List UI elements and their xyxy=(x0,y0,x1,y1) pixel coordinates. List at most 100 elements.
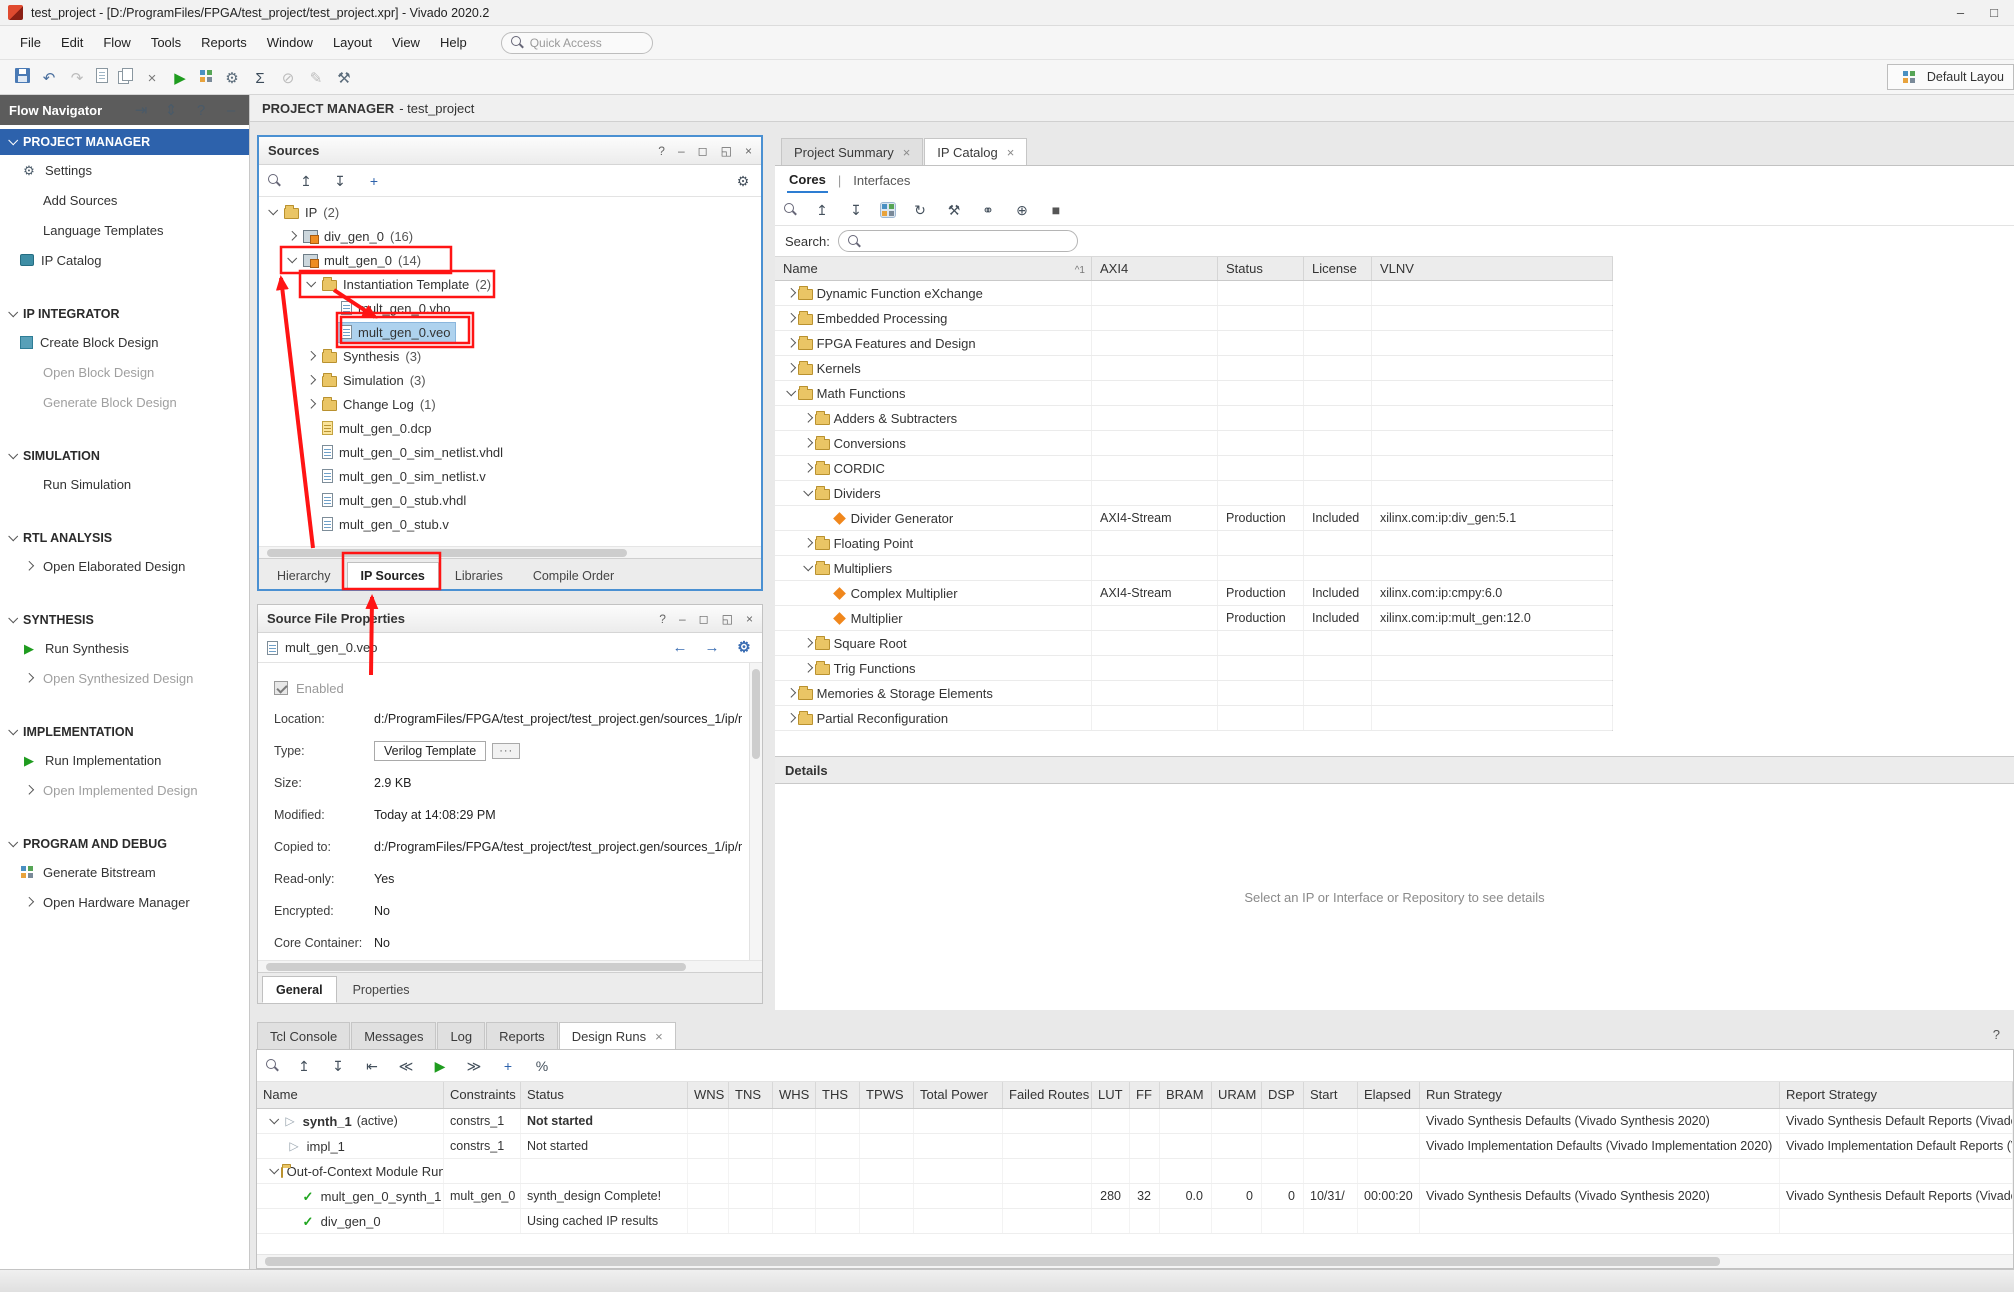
flownav-item-open-synthesized-design[interactable]: Open Synthesized Design xyxy=(0,663,249,693)
column-header-run-strategy[interactable]: Run Strategy xyxy=(1420,1082,1780,1108)
float-icon[interactable]: ◱ xyxy=(722,612,733,626)
help-icon[interactable]: ? xyxy=(192,103,210,118)
menu-window[interactable]: Window xyxy=(257,30,323,55)
ipcatalog-row-partial-reconfiguration[interactable]: Partial Reconfiguration xyxy=(775,706,1612,731)
run-icon[interactable]: ▶ xyxy=(171,71,189,86)
flownav-item-settings[interactable]: ⚙Settings xyxy=(0,155,249,185)
column-header-wns[interactable]: WNS xyxy=(688,1082,729,1108)
help-icon[interactable]: ? xyxy=(658,144,665,158)
column-header-elapsed[interactable]: Elapsed xyxy=(1358,1082,1420,1108)
close-icon[interactable]: × xyxy=(903,145,911,160)
sources-tab-ip-sources[interactable]: IP Sources xyxy=(347,562,439,589)
collapse-all-icon[interactable]: ↥ xyxy=(295,1059,313,1073)
sources-tree-item-ip[interactable]: IP(2) xyxy=(259,200,761,224)
run-row-mult-gen-0-synth-1[interactable]: ✓ mult_gen_0_synth_1mult_gen_0synth_desi… xyxy=(257,1184,2013,1209)
flownav-section-synthesis[interactable]: SYNTHESIS xyxy=(0,607,249,633)
flownav-item-open-implemented-design[interactable]: Open Implemented Design xyxy=(0,775,249,805)
ipcatalog-row-floating-point[interactable]: Floating Point xyxy=(775,531,1612,556)
column-header-bram[interactable]: BRAM xyxy=(1160,1082,1212,1108)
properties-hscrollbar[interactable] xyxy=(258,960,762,972)
web-icon[interactable]: ⊕ xyxy=(1013,203,1031,217)
minimize-icon[interactable]: – xyxy=(678,144,685,158)
copy-icon[interactable] xyxy=(118,68,133,83)
enabled-checkbox[interactable] xyxy=(274,681,288,695)
ipcatalog-row-memories-storage-elements[interactable]: Memories & Storage Elements xyxy=(775,681,1612,706)
ipcatalog-row-square-root[interactable]: Square Root xyxy=(775,631,1612,656)
float-icon[interactable]: ◱ xyxy=(721,144,732,158)
column-header-vlnv[interactable]: VLNV xyxy=(1372,257,1613,280)
column-header-status[interactable]: Status xyxy=(521,1082,688,1108)
sources-tab-hierarchy[interactable]: Hierarchy xyxy=(263,562,345,589)
ipcatalog-row-cordic[interactable]: CORDIC xyxy=(775,456,1612,481)
flownav-item-open-hardware-manager[interactable]: Open Hardware Manager xyxy=(0,887,249,917)
workspace-tab-project-summary[interactable]: Project Summary× xyxy=(781,138,923,165)
properties-tab-properties[interactable]: Properties xyxy=(339,976,424,1003)
flownav-item-run-synthesis[interactable]: ▶Run Synthesis xyxy=(0,633,249,663)
sources-tree-item-mult-gen-0-dcp[interactable]: mult_gen_0.dcp xyxy=(259,416,761,440)
sources-tree-item-synthesis[interactable]: Synthesis(3) xyxy=(259,344,761,368)
flownav-section-ip-integrator[interactable]: IP INTEGRATOR xyxy=(0,301,249,327)
column-header-name[interactable]: Name^1 xyxy=(775,257,1092,280)
bottom-tab-log[interactable]: Log xyxy=(437,1022,485,1049)
minimize-button[interactable]: – xyxy=(1957,5,1964,20)
column-header-status[interactable]: Status xyxy=(1218,257,1304,280)
column-header-whs[interactable]: WHS xyxy=(773,1082,816,1108)
flownav-item-open-block-design[interactable]: Open Block Design xyxy=(0,357,249,387)
sources-tree-item-mult-gen-0-stub-vhdl[interactable]: mult_gen_0_stub.vhdl xyxy=(259,488,761,512)
run-row-synth-1[interactable]: ▷ synth_1(active)constrs_1Not startedViv… xyxy=(257,1109,2013,1134)
ipcatalog-subtab-interfaces[interactable]: Interfaces xyxy=(851,169,912,192)
sources-tree-item-mult-gen-0-stub-v[interactable]: mult_gen_0_stub.v xyxy=(259,512,761,536)
flownav-section-program-and-debug[interactable]: PROGRAM AND DEBUG xyxy=(0,831,249,857)
run-row-div-gen-0[interactable]: ✓ div_gen_0Using cached IP results xyxy=(257,1209,2013,1234)
column-header-report-strategy[interactable]: Report Strategy xyxy=(1780,1082,2013,1108)
flownav-item-language-templates[interactable]: Language Templates xyxy=(0,215,249,245)
search-icon[interactable] xyxy=(268,174,281,187)
close-icon[interactable]: × xyxy=(1007,145,1015,160)
menu-help[interactable]: Help xyxy=(430,30,477,55)
column-header-start[interactable]: Start xyxy=(1304,1082,1358,1108)
column-header-failed-routes[interactable]: Failed Routes xyxy=(1003,1082,1092,1108)
close-icon[interactable]: × xyxy=(655,1029,663,1044)
wrench-icon[interactable]: ⚒ xyxy=(945,203,963,217)
bottom-tab-messages[interactable]: Messages xyxy=(351,1022,436,1049)
layout-selector[interactable]: Default Layou xyxy=(1887,64,2014,90)
column-header-tpws[interactable]: TPWS xyxy=(860,1082,914,1108)
maximize-icon[interactable]: ◻ xyxy=(699,612,709,626)
workspace-tab-ip-catalog[interactable]: IP Catalog× xyxy=(924,138,1027,165)
close-icon[interactable]: × xyxy=(746,612,753,626)
column-header-uram[interactable]: URAM xyxy=(1212,1082,1262,1108)
refresh-icon[interactable]: ↻ xyxy=(911,203,929,217)
ipcatalog-row-fpga-features-and-design[interactable]: FPGA Features and Design xyxy=(775,331,1612,356)
report-icon[interactable] xyxy=(96,68,108,83)
ipcatalog-row-complex-multiplier[interactable]: Complex MultiplierAXI4-StreamProductionI… xyxy=(775,581,1612,606)
minimize-icon[interactable]: – xyxy=(222,103,240,118)
menu-tools[interactable]: Tools xyxy=(141,30,191,55)
minimize-icon[interactable]: – xyxy=(679,612,686,626)
properties-tab-general[interactable]: General xyxy=(262,976,337,1003)
settings-icon[interactable]: ⚙ xyxy=(735,640,753,655)
save-icon[interactable] xyxy=(15,68,30,83)
sources-tree-item-mult-gen-0-sim-netlist-v[interactable]: mult_gen_0_sim_netlist.v xyxy=(259,464,761,488)
add-sources-icon[interactable]: + xyxy=(365,174,383,188)
sources-tree-item-mult-gen-0-vho[interactable]: mult_gen_0.vho xyxy=(259,296,761,320)
stop-icon[interactable]: ■ xyxy=(1047,203,1065,217)
run-row-impl-1[interactable]: ▷ impl_1constrs_1Not startedVivado Imple… xyxy=(257,1134,2013,1159)
ipcatalog-subtab-cores[interactable]: Cores xyxy=(787,168,828,193)
ipcatalog-row-embedded-processing[interactable]: Embedded Processing xyxy=(775,306,1612,331)
menu-view[interactable]: View xyxy=(382,30,430,55)
ipcatalog-row-dynamic-function-exchange[interactable]: Dynamic Function eXchange xyxy=(775,281,1612,306)
menu-reports[interactable]: Reports xyxy=(191,30,257,55)
ip-search-input[interactable] xyxy=(838,230,1078,252)
flownav-item-ip-catalog[interactable]: IP Catalog xyxy=(0,245,249,275)
maximize-button[interactable]: □ xyxy=(1990,5,1998,20)
ipcatalog-row-dividers[interactable]: Dividers xyxy=(775,481,1612,506)
search-icon[interactable] xyxy=(266,1059,279,1072)
quick-access-search[interactable]: Quick Access xyxy=(501,32,653,54)
edit-icon[interactable]: ✎ xyxy=(307,71,325,86)
ipcatalog-row-trig-functions[interactable]: Trig Functions xyxy=(775,656,1612,681)
flownav-item-run-simulation[interactable]: Run Simulation xyxy=(0,469,249,499)
flownav-section-implementation[interactable]: IMPLEMENTATION xyxy=(0,719,249,745)
column-header-lut[interactable]: LUT xyxy=(1092,1082,1130,1108)
ipcatalog-row-kernels[interactable]: Kernels xyxy=(775,356,1612,381)
column-header-axi4[interactable]: AXI4 xyxy=(1092,257,1218,280)
